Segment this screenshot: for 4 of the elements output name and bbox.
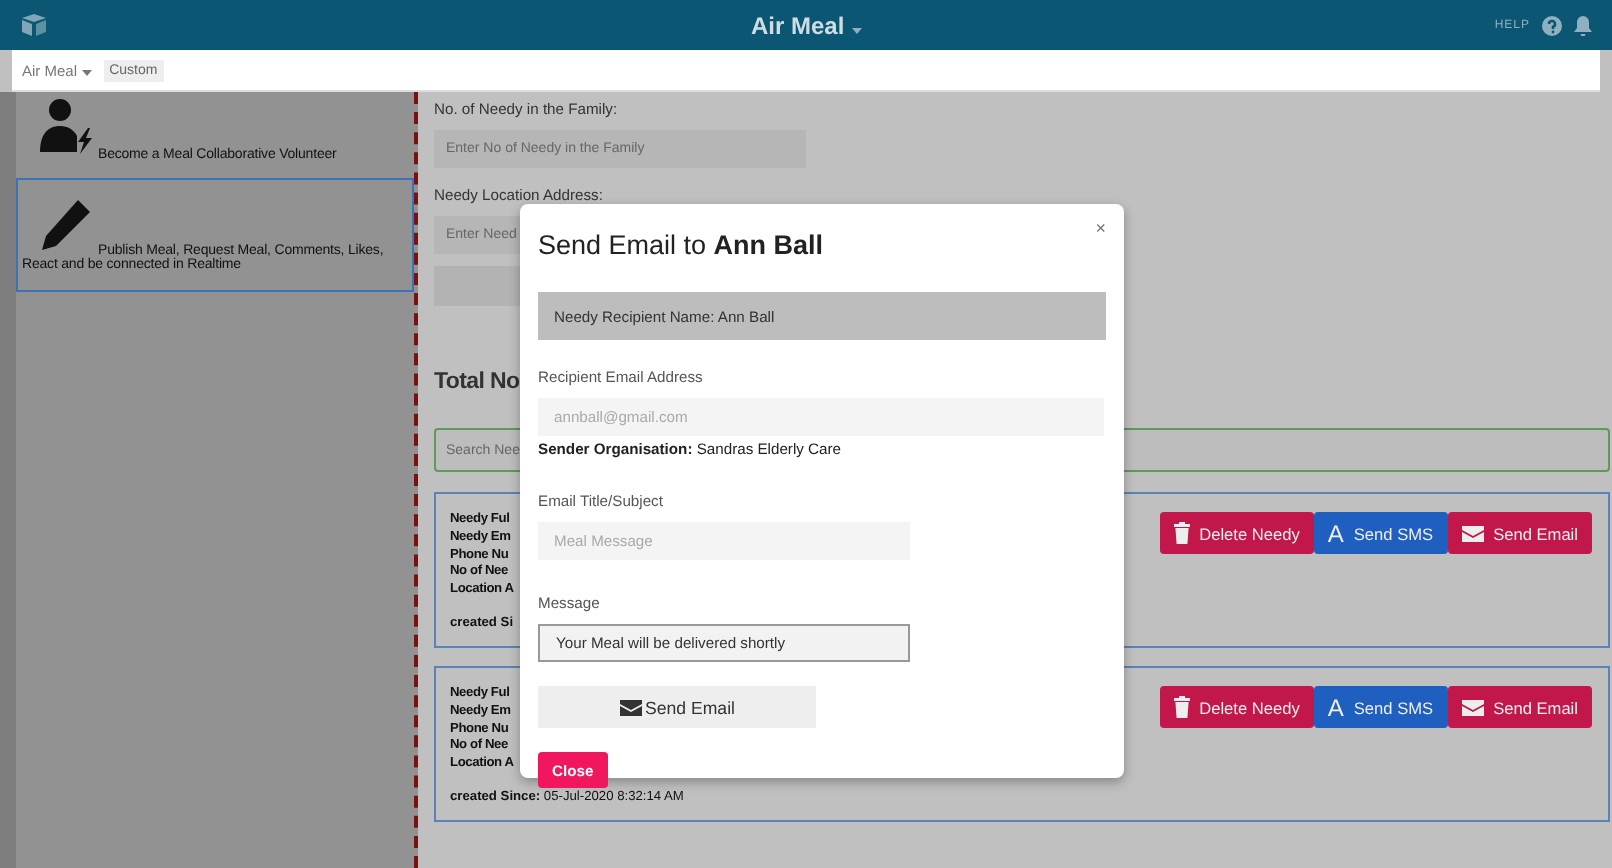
section-heading: Total No — [434, 370, 520, 394]
letter-icon: A — [1327, 519, 1344, 547]
dialog-title: Send Email to Ann Ball — [538, 230, 826, 260]
letter-icon: A — [1327, 693, 1344, 721]
